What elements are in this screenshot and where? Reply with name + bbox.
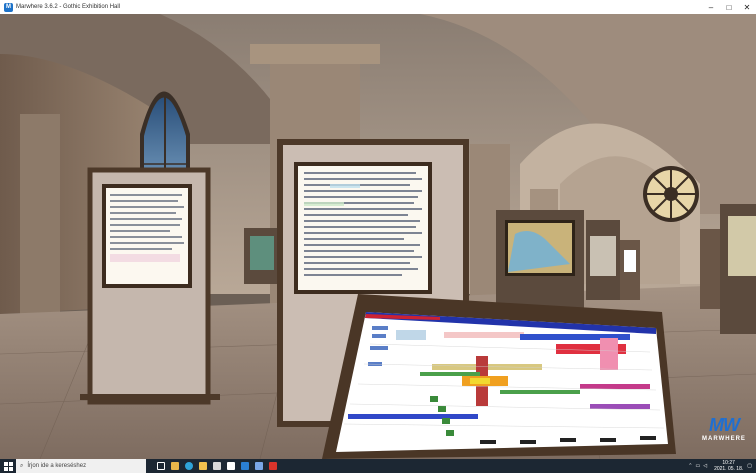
marwhere-logo: MW MARWHERE	[698, 415, 750, 442]
gothic-hall-scene	[0, 14, 756, 459]
title-bar: M Marwhere 3.6.2 - Gothic Exhibition Hal…	[0, 0, 756, 14]
tray-up-icon[interactable]: ⌃	[688, 463, 692, 469]
search-icon: ⌕	[20, 462, 24, 469]
taskbar-search[interactable]: ⌕ Írjon ide a kereséshez	[16, 459, 146, 473]
marwhere-icon[interactable]	[266, 459, 280, 473]
mail-icon[interactable]	[224, 459, 238, 473]
start-button[interactable]	[0, 459, 16, 473]
volume-icon[interactable]: ◁	[703, 463, 707, 469]
notification-icon[interactable]: ▢	[747, 463, 752, 469]
windows-icon	[3, 461, 13, 471]
app-icon: M	[4, 2, 13, 12]
window-title: Marwhere 3.6.2 - Gothic Exhibition Hall	[16, 4, 121, 10]
vscode-icon[interactable]	[238, 459, 252, 473]
3d-viewport[interactable]	[0, 14, 756, 459]
close-button[interactable]: ✕	[738, 3, 756, 12]
clock[interactable]: 10:27 2021. 05. 18.	[714, 460, 743, 472]
network-icon[interactable]: ▭	[695, 463, 700, 469]
search-placeholder: Írjon ide a kereséshez	[27, 463, 87, 469]
task-view-icon[interactable]	[154, 459, 168, 473]
far-panel-4[interactable]	[700, 229, 722, 309]
system-tray: ⌃ ▭ ◁ 10:27 2021. 05. 18. ▢	[688, 460, 756, 472]
minimize-button[interactable]: –	[702, 3, 720, 12]
file-explorer-icon[interactable]	[168, 459, 182, 473]
folder-icon[interactable]	[196, 459, 210, 473]
app-icon-taskbar[interactable]	[252, 459, 266, 473]
edge-icon[interactable]	[182, 459, 196, 473]
maximize-button[interactable]: □	[720, 3, 738, 12]
windows-taskbar: ⌕ Írjon ide a kereséshez ⌃ ▭ ◁ 10:27 202…	[0, 459, 756, 473]
logo-text: MARWHERE	[702, 436, 746, 442]
logo-mark: MW	[709, 415, 740, 435]
store-icon[interactable]	[210, 459, 224, 473]
clock-date: 2021. 05. 18.	[714, 466, 744, 472]
